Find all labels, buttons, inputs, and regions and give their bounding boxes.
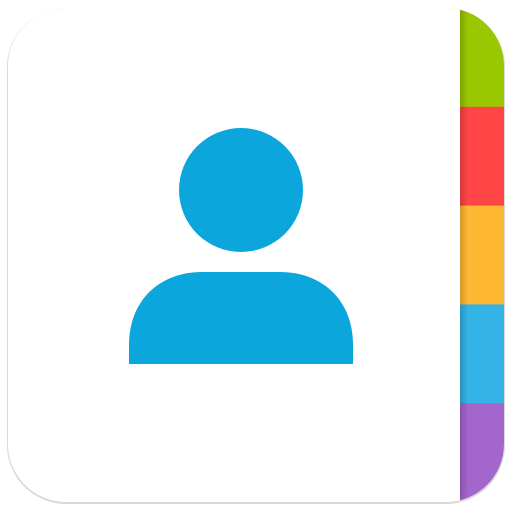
contacts-app-icon xyxy=(7,8,505,504)
app-icon xyxy=(0,0,512,512)
spine-shadow xyxy=(460,8,468,502)
person-body xyxy=(129,272,353,364)
person-head xyxy=(179,128,303,252)
icon-page xyxy=(8,8,504,502)
